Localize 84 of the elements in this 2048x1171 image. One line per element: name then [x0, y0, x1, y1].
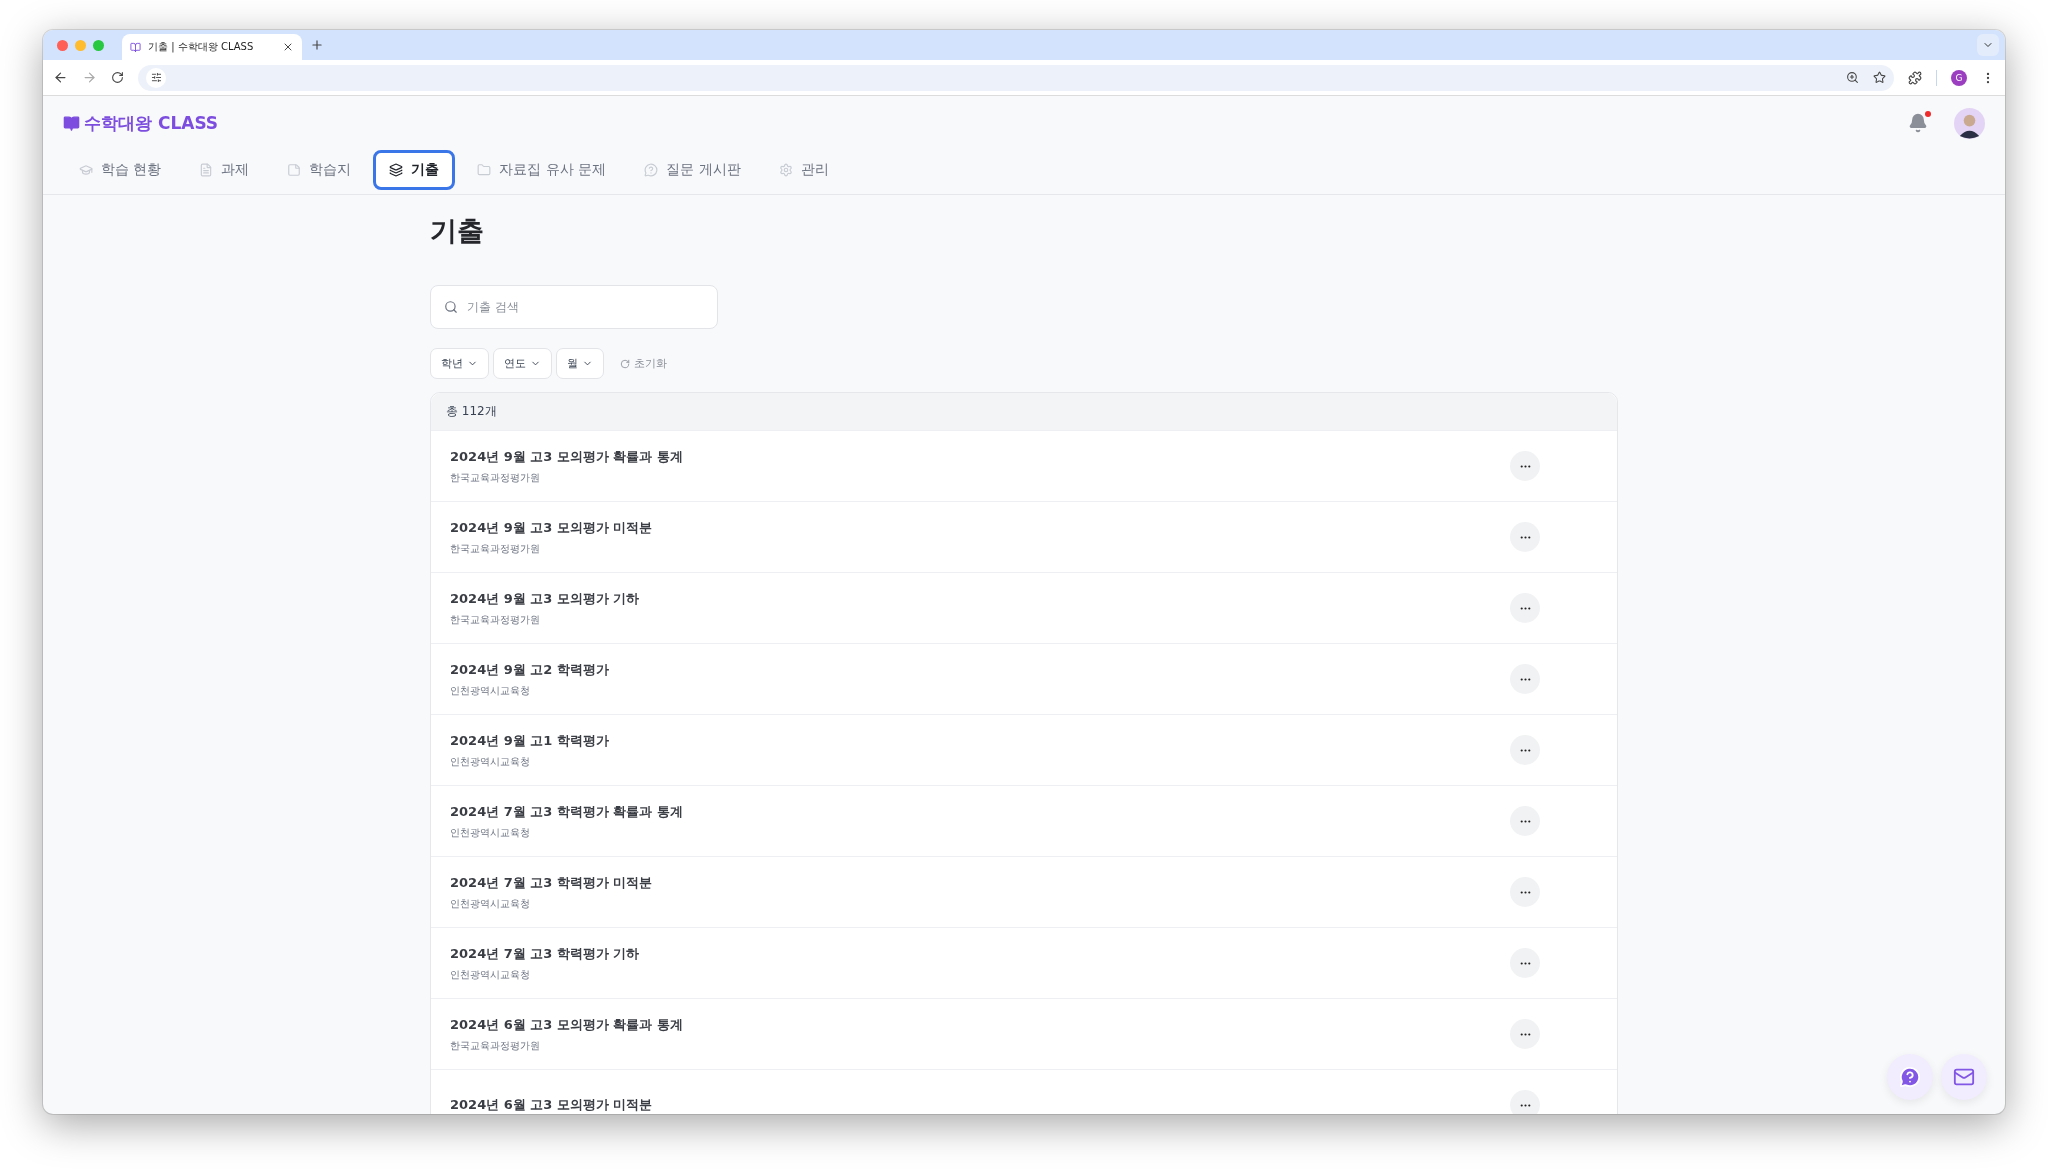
exam-publisher: 인천광역시교육청	[450, 683, 531, 698]
more-button[interactable]	[1510, 806, 1540, 836]
page-title: 기출	[430, 214, 485, 248]
exam-title: 2024년 7월 고3 학력평가 미적분	[450, 873, 654, 892]
exam-publisher: 인천광역시교육청	[450, 825, 531, 840]
bell-shape-icon	[1908, 113, 1928, 133]
back-icon[interactable]	[53, 70, 68, 85]
filter-dropdown[interactable]: 연도	[493, 348, 552, 379]
exam-publisher: 한국교육과정평가원	[450, 541, 541, 556]
filter-dropdown[interactable]: 학년	[430, 348, 489, 379]
exam-publisher: 한국교육과정평가원	[450, 612, 541, 627]
search-field[interactable]: 기출 검색	[430, 285, 718, 329]
zoom-icon[interactable]	[1846, 71, 1859, 84]
more-button[interactable]	[1510, 735, 1540, 765]
star-icon[interactable]	[1873, 71, 1886, 84]
gear-icon	[778, 163, 793, 177]
more-button[interactable]	[1510, 522, 1540, 552]
more-button[interactable]	[1510, 1090, 1540, 1114]
nav-tab[interactable]: 기출	[373, 150, 456, 190]
exam-title: 2024년 6월 고3 모의평가 확률과 통계	[450, 1015, 684, 1034]
logo[interactable]: 수학대왕 CLASS	[63, 111, 219, 135]
exam-title: 2024년 9월 고1 학력평가	[450, 731, 610, 750]
exam-title: 2024년 7월 고3 학력평가 기하	[450, 944, 641, 963]
total-count: 총 112개	[446, 403, 497, 420]
search-icon	[444, 300, 458, 314]
exam-row[interactable]: 2024년 7월 고3 학력평가 기하 인천광역시교육청	[431, 927, 1617, 998]
tab-search-button[interactable]	[1977, 34, 1999, 56]
exam-row[interactable]: 2024년 9월 고3 모의평가 기하 한국교육과정평가원	[431, 572, 1617, 643]
more-button[interactable]	[1510, 877, 1540, 907]
exam-publisher: 인천광역시교육청	[450, 754, 531, 769]
refresh-icon	[620, 358, 630, 369]
browser-tab[interactable]: 기출 | 수학대왕 CLASS	[122, 34, 302, 60]
folder-icon	[477, 163, 492, 177]
nav-tab[interactable]: 학습지	[271, 150, 368, 190]
help-button[interactable]	[1887, 1054, 1933, 1100]
book-icon	[130, 41, 141, 53]
exam-row[interactable]: 2024년 6월 고3 모의평가 미적분	[431, 1069, 1617, 1114]
more-button[interactable]	[1510, 948, 1540, 978]
nav-tab[interactable]: 질문 게시판	[628, 150, 757, 190]
avatar[interactable]	[1954, 107, 1985, 139]
envelope-icon	[1953, 1066, 1975, 1088]
exam-row[interactable]: 2024년 9월 고1 학력평가 인천광역시교육청	[431, 714, 1617, 785]
new-tab-icon[interactable]	[310, 38, 324, 52]
more-button[interactable]	[1510, 664, 1540, 694]
exam-title: 2024년 9월 고3 모의평가 기하	[450, 589, 641, 608]
exam-title: 2024년 6월 고3 모의평가 미적분	[450, 1096, 654, 1114]
layers-icon	[389, 163, 404, 177]
exam-title: 2024년 7월 고3 학력평가 확률과 통계	[450, 802, 684, 821]
question-bubble-icon	[644, 163, 659, 177]
exam-publisher: 인천광역시교육청	[450, 967, 531, 982]
exam-row[interactable]: 2024년 9월 고3 모의평가 미적분 한국교육과정평가원	[431, 501, 1617, 572]
profile-button[interactable]: G	[1951, 69, 1967, 86]
exam-publisher: 한국교육과정평가원	[450, 470, 541, 485]
more-button[interactable]	[1510, 593, 1540, 623]
exam-title: 2024년 9월 고3 모의평가 확률과 통계	[450, 447, 684, 466]
more-button[interactable]	[1510, 1019, 1540, 1049]
nav-tab[interactable]: 자료집 유사 문제	[461, 150, 623, 190]
exam-title: 2024년 9월 고2 학력평가	[450, 660, 610, 679]
mail-button[interactable]	[1941, 1054, 1987, 1100]
exam-row[interactable]: 2024년 7월 고3 학력평가 확률과 통계 인천광역시교육청	[431, 785, 1617, 856]
document-icon	[199, 163, 214, 177]
graduation-cap-icon	[79, 163, 93, 177]
notification-bell-icon[interactable]	[1908, 113, 1928, 133]
exam-row[interactable]: 2024년 6월 고3 모의평가 확률과 통계 한국교육과정평가원	[431, 998, 1617, 1069]
nav-tab[interactable]: 학습 현황	[63, 150, 178, 190]
window-controls[interactable]	[57, 39, 104, 51]
book-icon	[63, 114, 80, 132]
extensions-icon[interactable]	[1908, 70, 1922, 85]
more-button[interactable]	[1510, 451, 1540, 481]
nav-tab[interactable]: 과제	[183, 150, 266, 190]
site-settings-icon[interactable]	[150, 72, 162, 83]
exam-row[interactable]: 2024년 9월 고2 학력평가 인천광역시교육청	[431, 643, 1617, 714]
question-bubble-icon	[1899, 1066, 1921, 1088]
filter-dropdown[interactable]: 월	[556, 348, 604, 379]
note-icon	[287, 163, 302, 177]
exam-publisher: 한국교육과정평가원	[450, 1038, 541, 1053]
exam-row[interactable]: 2024년 9월 고3 모의평가 확률과 통계 한국교육과정평가원	[431, 430, 1617, 501]
close-icon[interactable]	[282, 41, 294, 53]
exam-row[interactable]: 2024년 7월 고3 학력평가 미적분 인천광역시교육청	[431, 856, 1617, 927]
nav-tab[interactable]: 관리	[762, 150, 845, 190]
forward-icon[interactable]	[82, 70, 97, 85]
exam-title: 2024년 9월 고3 모의평가 미적분	[450, 518, 654, 537]
reload-icon[interactable]	[111, 71, 124, 84]
exam-publisher: 인천광역시교육청	[450, 896, 531, 911]
